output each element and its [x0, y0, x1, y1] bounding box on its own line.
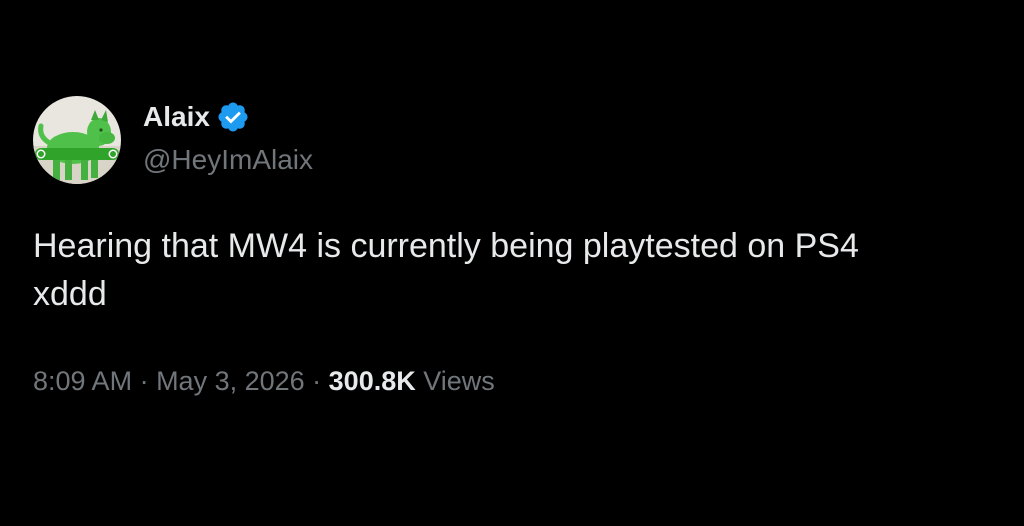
- meta-separator: ·: [132, 366, 157, 396]
- views-label: Views: [415, 366, 495, 396]
- tweet-time[interactable]: 8:09 AM: [33, 366, 132, 396]
- green-dog-avatar-icon: [33, 96, 121, 184]
- tweet-text: Hearing that MW4 is currently being play…: [33, 227, 859, 313]
- tweet-metadata: 8:09 AM · May 3, 2026 · 300.8K Views: [33, 366, 495, 397]
- author-info: Alaix @HeyImAlaix: [143, 100, 313, 176]
- author-handle[interactable]: @HeyImAlaix: [143, 144, 313, 176]
- author-name-row[interactable]: Alaix: [143, 100, 313, 134]
- tweet-date[interactable]: May 3, 2026: [156, 366, 305, 396]
- verified-badge-icon: [216, 100, 250, 134]
- tweet-card: Alaix @HeyImAlaix Hearing that MW4 is cu…: [0, 0, 1024, 526]
- display-name[interactable]: Alaix: [143, 101, 210, 133]
- views-count: 300.8K: [328, 366, 416, 396]
- avatar[interactable]: [33, 96, 121, 184]
- meta-separator: ·: [304, 366, 329, 396]
